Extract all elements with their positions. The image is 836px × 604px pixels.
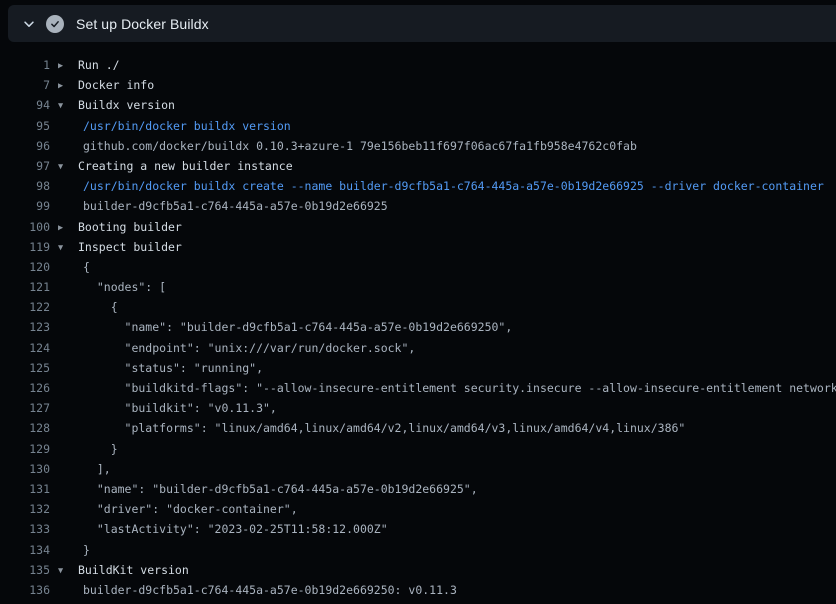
log-line: 132 "driver": "docker-container", <box>0 499 836 519</box>
output-text: github.com/docker/buildx 0.10.3+azure-1 … <box>58 136 836 156</box>
log-line: 96 github.com/docker/buildx 0.10.3+azure-… <box>0 136 836 156</box>
group-title: Creating a new builder instance <box>78 159 293 173</box>
log-line: 134} <box>0 540 836 560</box>
line-number[interactable]: 99 <box>0 196 50 216</box>
expander-down-icon: ▼ <box>58 561 78 580</box>
line-number[interactable]: 100 <box>0 217 50 237</box>
line-number[interactable]: 94 <box>0 95 50 115</box>
expander-down-icon: ▼ <box>58 96 78 115</box>
check-circle-icon <box>46 15 64 33</box>
expander-right-icon: ▶ <box>58 218 78 237</box>
output-text: "nodes": [ <box>58 277 836 297</box>
line-number[interactable]: 129 <box>0 439 50 459</box>
line-number[interactable]: 122 <box>0 297 50 317</box>
output-text: } <box>58 540 836 560</box>
output-text: "endpoint": "unix:///var/run/docker.sock… <box>58 338 836 358</box>
group-title: Booting builder <box>78 220 182 234</box>
line-number[interactable]: 132 <box>0 499 50 519</box>
log-line: 95/usr/bin/docker buildx version <box>0 116 836 136</box>
output-text: builder-d9cfb5a1-c764-445a-a57e-0b19d2e6… <box>58 196 836 216</box>
expander-right-icon: ▶ <box>58 76 78 95</box>
line-number[interactable]: 124 <box>0 338 50 358</box>
group-title: Docker info <box>78 78 154 92</box>
line-number[interactable]: 96 <box>0 136 50 156</box>
line-number[interactable]: 134 <box>0 540 50 560</box>
log-line: 127 "buildkit": "v0.11.3", <box>0 398 836 418</box>
log-line: 120 { <box>0 257 836 277</box>
log-group-toggle[interactable]: 97 ▼Creating a new builder instance <box>0 156 836 176</box>
output-text: } <box>58 439 836 459</box>
expander-down-icon: ▼ <box>58 238 78 257</box>
command-text: /usr/bin/docker buildx create --name bui… <box>58 176 836 196</box>
log-line: 125 "status": "running", <box>0 358 836 378</box>
log-line: 136 builder-d9cfb5a1-c764-445a-a57e-0b19d… <box>0 580 836 600</box>
line-number[interactable]: 95 <box>0 116 50 136</box>
output-text: "status": "running", <box>58 358 836 378</box>
group-title: Run ./ <box>78 58 120 72</box>
expander-down-icon: ▼ <box>58 157 78 176</box>
line-number[interactable]: 98 <box>0 176 50 196</box>
group-title: Buildx version <box>78 98 175 112</box>
output-text: "driver": "docker-container", <box>58 499 836 519</box>
line-number[interactable]: 123 <box>0 317 50 337</box>
chevron-down-icon[interactable] <box>14 5 44 42</box>
log-group-toggle[interactable]: 100 ▶Booting builder <box>0 217 836 237</box>
log-line: 130 ], <box>0 459 836 479</box>
log-group-toggle[interactable]: 1 ▶Run ./ <box>0 55 836 75</box>
output-text: { <box>58 257 836 277</box>
group-title: Inspect builder <box>78 240 182 254</box>
step-title: Set up Docker Buildx <box>76 16 209 32</box>
log-viewer: 1▶Run ./7▶Docker info94▼Buildx version95… <box>0 55 836 604</box>
line-number[interactable]: 133 <box>0 519 50 539</box>
log-group-toggle[interactable]: 119 ▼Inspect builder <box>0 237 836 257</box>
expander-right-icon: ▶ <box>58 56 78 75</box>
line-number[interactable]: 130 <box>0 459 50 479</box>
output-text: builder-d9cfb5a1-c764-445a-a57e-0b19d2e6… <box>58 580 836 600</box>
line-number[interactable]: 97 <box>0 156 50 176</box>
log-group-toggle[interactable]: 94 ▼Buildx version <box>0 95 836 115</box>
log-line: 126 "buildkitd-flags": "--allow-insecure… <box>0 378 836 398</box>
output-text: "buildkitd-flags": "--allow-insecure-ent… <box>58 378 836 398</box>
line-number[interactable]: 136 <box>0 580 50 600</box>
output-text: { <box>58 297 836 317</box>
step-header[interactable]: Set up Docker Buildx <box>8 5 836 42</box>
output-text: "lastActivity": "2023-02-25T11:58:12.000… <box>58 519 836 539</box>
group-title: BuildKit version <box>78 563 189 577</box>
line-number[interactable]: 7 <box>0 75 50 95</box>
log-line: 98/usr/bin/docker buildx create --name b… <box>0 176 836 196</box>
log-line: 123 "name": "builder-d9cfb5a1-c764-445a-… <box>0 317 836 337</box>
log-group-toggle[interactable]: 135 ▼BuildKit version <box>0 560 836 580</box>
line-number[interactable]: 128 <box>0 418 50 438</box>
output-text: ], <box>58 459 836 479</box>
line-number[interactable]: 131 <box>0 479 50 499</box>
line-number[interactable]: 120 <box>0 257 50 277</box>
log-line: 131 "name": "builder-d9cfb5a1-c764-445a-… <box>0 479 836 499</box>
log-line: 121 "nodes": [ <box>0 277 836 297</box>
log-line: 133 "lastActivity": "2023-02-25T11:58:12… <box>0 519 836 539</box>
line-number[interactable]: 127 <box>0 398 50 418</box>
log-line: 99 builder-d9cfb5a1-c764-445a-a57e-0b19d2… <box>0 196 836 216</box>
line-number[interactable]: 121 <box>0 277 50 297</box>
output-text: "buildkit": "v0.11.3", <box>58 398 836 418</box>
log-line: 124 "endpoint": "unix:///var/run/docker.… <box>0 338 836 358</box>
log-line: 122 { <box>0 297 836 317</box>
line-number[interactable]: 126 <box>0 378 50 398</box>
output-text: "platforms": "linux/amd64,linux/amd64/v2… <box>58 418 836 438</box>
log-line: 129 } <box>0 439 836 459</box>
output-text: "name": "builder-d9cfb5a1-c764-445a-a57e… <box>58 317 836 337</box>
line-number[interactable]: 135 <box>0 560 50 580</box>
output-text: "name": "builder-d9cfb5a1-c764-445a-a57e… <box>58 479 836 499</box>
line-number[interactable]: 1 <box>0 55 50 75</box>
line-number[interactable]: 125 <box>0 358 50 378</box>
line-number[interactable]: 119 <box>0 237 50 257</box>
log-group-toggle[interactable]: 7 ▶Docker info <box>0 75 836 95</box>
command-text: /usr/bin/docker buildx version <box>58 116 836 136</box>
log-line: 128 "platforms": "linux/amd64,linux/amd6… <box>0 418 836 438</box>
